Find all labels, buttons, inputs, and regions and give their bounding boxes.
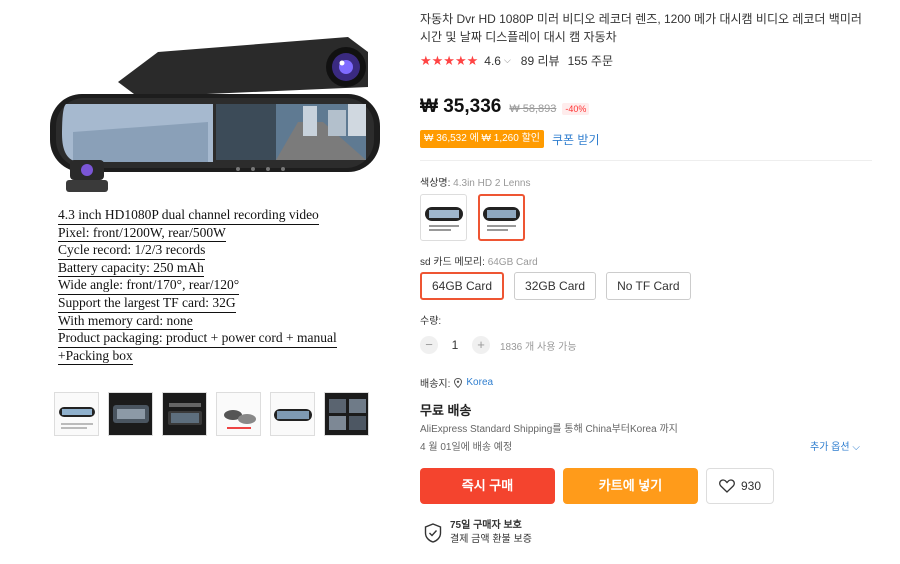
get-coupon-link[interactable]: 쿠폰 받기 — [552, 131, 600, 148]
spec-line: +Packing box — [58, 347, 133, 366]
sd-options: 64GB Card 32GB Card No TF Card — [420, 272, 691, 300]
wishlist-button[interactable]: 930 — [706, 468, 774, 504]
rating-row: ★★★★★ 4.6 ⌵ 89 리뷰 155 주문 — [420, 52, 613, 69]
price-row: ₩ 35,336 ₩ 58,893 -40% — [420, 96, 590, 118]
delivery-date: 4 월 01일에 배송 예정 — [420, 442, 513, 453]
protection-title: 75일 구매자 보호 — [450, 520, 522, 531]
quantity-value[interactable]: 1 — [438, 338, 472, 352]
ship-to-label: 배송지: — [420, 379, 451, 390]
buy-now-button[interactable]: 즉시 구매 — [420, 468, 555, 504]
add-to-cart-button[interactable]: 카트에 넣기 — [563, 468, 698, 504]
color-selected-value: 4.3in HD 2 Lenns — [453, 178, 531, 189]
ship-to-row: 배송지: Korea — [420, 375, 493, 390]
quantity-stepper: − 1 + 1836 개 사용 가능 — [420, 336, 577, 354]
spec-line: Product packaging: product + power cord … — [58, 329, 337, 348]
color-label-text: 색상명: — [420, 178, 451, 189]
sd-label: sd 카드 메모리: 64GB Card — [420, 253, 538, 268]
spec-line: With memory card: none — [58, 312, 193, 331]
quantity-plus-button[interactable]: + — [472, 336, 490, 354]
thumbnail[interactable] — [270, 392, 315, 436]
star-rating-icon: ★★★★★ — [420, 52, 479, 68]
color-label: 색상명: 4.3in HD 2 Lenns — [420, 174, 530, 189]
spec-line: Pixel: front/1200W, rear/500W — [58, 224, 226, 243]
coupon-row: ₩ 36,532 에 ₩ 1,260 할인 쿠폰 받기 — [420, 130, 599, 148]
shield-check-icon — [424, 523, 442, 543]
shipping-method: AliExpress Standard Shipping를 통해 China부터… — [420, 424, 678, 435]
action-buttons: 즉시 구매 카트에 넣기 930 — [420, 468, 774, 504]
original-price: ₩ 58,893 — [509, 103, 557, 115]
coupon-badge: ₩ 36,532 에 ₩ 1,260 할인 — [420, 130, 544, 148]
sd-option-64gb[interactable]: 64GB Card — [420, 272, 505, 300]
spec-line: Support the largest TF card: 32G — [58, 294, 236, 313]
thumbnail[interactable] — [162, 392, 207, 436]
color-options — [420, 194, 525, 241]
main-product-image[interactable]: 4.3 inch HD1080P dual channel recording … — [48, 12, 388, 380]
buyer-protection: 75일 구매자 보호 결제 금액 환불 보증 — [424, 519, 532, 547]
chevron-down-icon[interactable]: ⌵ — [504, 55, 511, 66]
rating-score[interactable]: 4.6 — [484, 54, 501, 68]
color-option-selected[interactable] — [478, 194, 525, 241]
color-option[interactable] — [420, 194, 467, 241]
thumbnail-strip — [54, 392, 369, 436]
thumbnail[interactable] — [216, 392, 261, 436]
thumbnail[interactable] — [324, 392, 369, 436]
reviews-count-link[interactable]: 89 리뷰 — [521, 52, 560, 69]
product-title: 자동차 Dvr HD 1080P 미러 비디오 레코더 렌즈, 1200 메가 … — [420, 12, 862, 44]
sd-option-32gb[interactable]: 32GB Card — [514, 272, 597, 300]
thumbnail[interactable] — [54, 392, 99, 436]
quantity-label: 수량: — [420, 316, 442, 327]
thumbnail[interactable] — [108, 392, 153, 436]
more-shipping-options-link[interactable]: 추가 옵션 ⌵ — [810, 438, 860, 453]
ship-to-country-link[interactable]: Korea — [466, 377, 493, 388]
divider — [420, 160, 872, 161]
heart-icon — [719, 479, 735, 493]
spec-line: Battery capacity: 250 mAh — [58, 259, 204, 278]
spec-text-block: 4.3 inch HD1080P dual channel recording … — [58, 206, 388, 366]
discount-badge: -40% — [562, 103, 590, 115]
wishlist-count: 930 — [740, 479, 762, 493]
stock-available: 1836 개 사용 가능 — [500, 341, 577, 353]
current-price: ₩ 35,336 — [420, 96, 502, 117]
spec-line: 4.3 inch HD1080P dual channel recording … — [58, 206, 319, 225]
spec-line: Wide angle: front/170°, rear/120° — [58, 276, 240, 295]
dashcam-mirror-image — [50, 37, 380, 192]
quantity-minus-button[interactable]: − — [420, 336, 438, 354]
free-shipping-title: 무료 배송 — [420, 403, 472, 418]
location-pin-icon — [454, 377, 463, 388]
sd-option-no-tf[interactable]: No TF Card — [606, 272, 691, 300]
sd-selected-value: 64GB Card — [487, 257, 538, 268]
orders-count: 155 주문 — [567, 54, 613, 68]
spec-line: Cycle record: 1/2/3 records — [58, 241, 206, 260]
protection-subtitle: 결제 금액 환불 보증 — [450, 534, 532, 545]
sd-label-text: sd 카드 메모리: — [420, 257, 485, 268]
